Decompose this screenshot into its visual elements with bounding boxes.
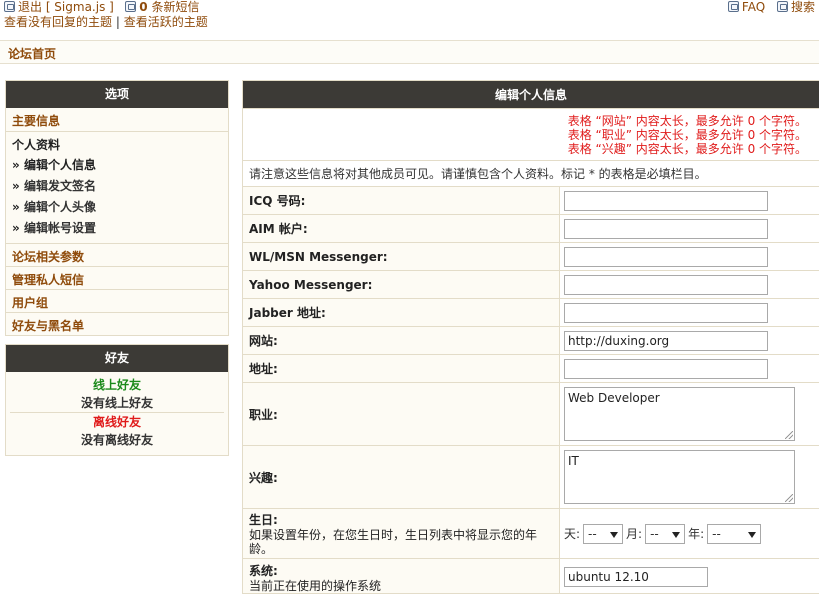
sidebar-item-usergroups[interactable]: 用户组 (6, 289, 228, 312)
sidebar-item-friends-foes[interactable]: 好友与黑名单 (6, 312, 228, 335)
interests-textarea[interactable]: IT (564, 450, 795, 504)
error-messages: 表格 “网站” 内容太长，最多允许 0 个字符。 表格 “职业” 内容太长，最多… (243, 109, 819, 161)
message-icon (125, 1, 136, 12)
no-offline-friends: 没有离线好友 (6, 431, 228, 449)
online-friends-heading: 线上好友 (6, 376, 228, 394)
resize-grip-icon[interactable] (785, 494, 793, 502)
day-select[interactable]: -- (583, 524, 623, 544)
search-icon (777, 1, 788, 12)
system-label-cell: 系统: 当前正在使用的操作系统 (243, 559, 560, 594)
resize-grip-icon[interactable] (785, 431, 793, 439)
options-title: 选项 (6, 81, 228, 108)
private-messages-link[interactable]: 0 条新短信 (125, 0, 199, 14)
sidebar-item-edit-signature[interactable]: » 编辑发文签名 (12, 176, 222, 197)
sidebar-item-private-messages[interactable]: 管理私人短信 (6, 266, 228, 289)
system-description: 当前正在使用的操作系统 (249, 579, 553, 593)
friends-list: 线上好友 没有线上好友 离线好友 没有离线好友 (6, 372, 228, 455)
month-select[interactable]: -- (645, 524, 685, 544)
sidebar-group-profile: 个人资料 » 编辑个人信息 » 编辑发文签名 » 编辑个人头像 » 编辑帐号设置 (6, 131, 228, 243)
offline-friends-heading: 离线好友 (6, 413, 228, 431)
msn-input[interactable] (564, 247, 768, 267)
sidebar-item-edit-avatar[interactable]: » 编辑个人头像 (12, 197, 222, 218)
yahoo-input[interactable] (564, 275, 768, 295)
faq-link[interactable]: FAQ (728, 0, 765, 14)
friends-panel: 好友 线上好友 没有线上好友 离线好友 没有离线好友 (5, 344, 229, 456)
sidebar-item-edit-profile[interactable]: » 编辑个人信息 (12, 155, 222, 176)
sidebar-item-board-prefs[interactable]: 论坛相关参数 (6, 243, 228, 266)
unanswered-topics-link[interactable]: 查看没有回复的主题 (4, 15, 112, 29)
separator: | (116, 15, 120, 29)
year-label: 年: (688, 525, 704, 542)
logout-link[interactable]: 退出 [ Sigma.js ] (4, 0, 114, 14)
forum-index-link[interactable]: 论坛首页 (8, 47, 56, 61)
form-note: 请注意这些信息将对其他成员可见。请谨慎包含个人资料。标记 * 的表格是必填栏目。 (243, 161, 819, 187)
yahoo-label: Yahoo Messenger: (243, 271, 560, 299)
aim-input[interactable] (564, 219, 768, 239)
month-label: 月: (626, 525, 642, 542)
edit-profile-form: 编辑个人信息 表格 “网站” 内容太长，最多允许 0 个字符。 表格 “职业” … (242, 80, 819, 594)
breadcrumb: 论坛首页 (0, 40, 819, 64)
form-title: 编辑个人信息 (243, 81, 819, 109)
friends-title: 好友 (6, 345, 228, 372)
birthday-label-cell: 生日: 如果设置年份，在您生日时，生日列表中将显示您的年龄。 (243, 509, 560, 559)
search-link[interactable]: 搜索 (777, 0, 815, 14)
year-select[interactable]: -- (707, 524, 761, 544)
top-left-links: 退出 [ Sigma.js ] 0 条新短信 查看没有回复的主题 | 查看活跃的… (4, 0, 208, 30)
icq-label: ICQ 号码: (243, 187, 560, 215)
jabber-label: Jabber 地址: (243, 299, 560, 327)
sidebar-item-edit-account[interactable]: » 编辑帐号设置 (12, 218, 222, 239)
website-label: 网站: (243, 327, 560, 355)
occupation-textarea[interactable]: Web Developer (564, 387, 795, 441)
birthday-label: 生日: (249, 513, 278, 527)
website-input[interactable] (564, 331, 768, 351)
top-bar: 退出 [ Sigma.js ] 0 条新短信 查看没有回复的主题 | 查看活跃的… (0, 0, 819, 34)
interests-label: 兴趣: (243, 446, 560, 509)
no-online-friends: 没有线上好友 (6, 394, 228, 412)
error-website: 表格 “网站” 内容太长，最多允许 0 个字符。 (247, 114, 807, 128)
system-input[interactable] (564, 567, 708, 587)
top-right-links: FAQ 搜索 (720, 0, 815, 15)
sidebar-item-main-info[interactable]: 主要信息 (6, 108, 228, 131)
profile-group-title: 个人资料 (12, 136, 222, 153)
logout-icon (4, 1, 15, 12)
msn-label: WL/MSN Messenger: (243, 243, 560, 271)
aim-label: AIM 帐户: (243, 215, 560, 243)
day-label: 天: (564, 525, 580, 542)
options-panel: 选项 主要信息 个人资料 » 编辑个人信息 » 编辑发文签名 » 编辑个人头像 … (5, 80, 229, 336)
error-interests: 表格 “兴趣” 内容太长，最多允许 0 个字符。 (247, 142, 807, 156)
location-label: 地址: (243, 355, 560, 383)
system-label: 系统: (249, 564, 278, 578)
pm-count: 0 (139, 0, 147, 14)
sidebar: 选项 主要信息 个人资料 » 编辑个人信息 » 编辑发文签名 » 编辑个人头像 … (5, 80, 229, 464)
occupation-label: 职业: (243, 383, 560, 446)
icq-input[interactable] (564, 191, 768, 211)
error-occupation: 表格 “职业” 内容太长，最多允许 0 个字符。 (247, 128, 807, 142)
birthday-description: 如果设置年份，在您生日时，生日列表中将显示您的年龄。 (249, 528, 553, 556)
profile-table: 编辑个人信息 表格 “网站” 内容太长，最多允许 0 个字符。 表格 “职业” … (242, 80, 819, 594)
faq-icon (728, 1, 739, 12)
birthday-selects: 天: -- 月: -- 年: -- (564, 524, 815, 544)
jabber-input[interactable] (564, 303, 768, 323)
active-topics-link[interactable]: 查看活跃的主题 (124, 15, 208, 29)
location-input[interactable] (564, 359, 768, 379)
